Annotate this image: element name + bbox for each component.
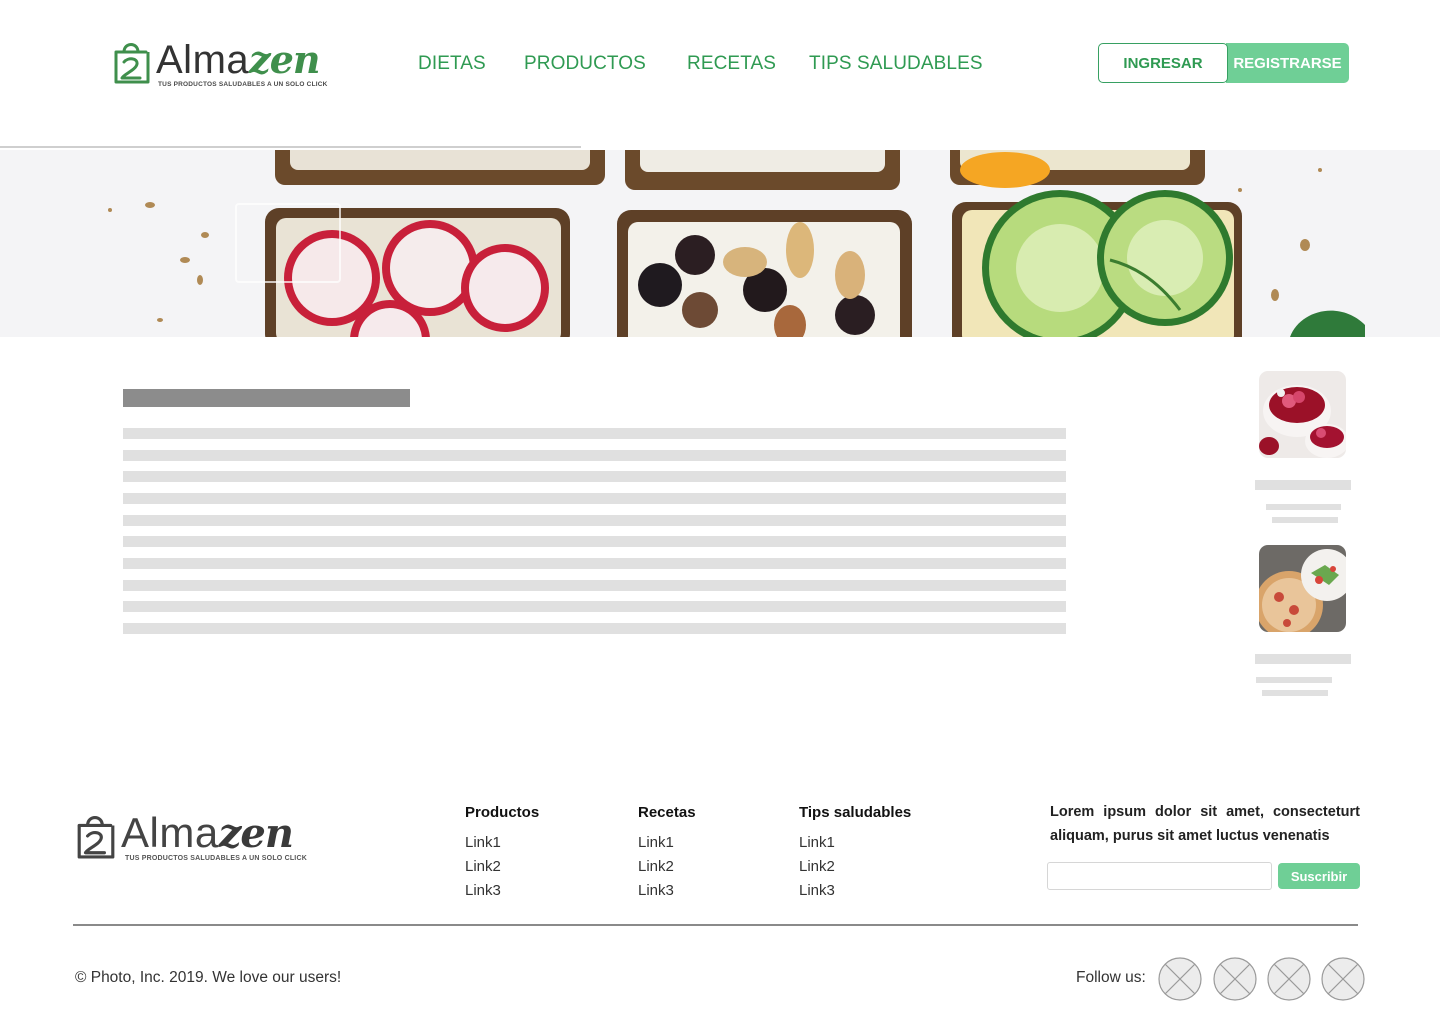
login-button[interactable]: INGRESAR bbox=[1098, 43, 1228, 83]
footer-link[interactable]: Link1 bbox=[638, 834, 696, 854]
footer-link[interactable]: Link3 bbox=[799, 882, 911, 902]
register-button[interactable]: REGISTRARSE bbox=[1226, 43, 1349, 83]
footer-link[interactable]: Link2 bbox=[638, 858, 696, 878]
footer-link[interactable]: Link1 bbox=[799, 834, 911, 854]
footer-link[interactable]: Link1 bbox=[465, 834, 539, 854]
footer-logo[interactable]: Alma zen TUS PRODUCTOS SALUDABLES A UN SO… bbox=[75, 812, 307, 862]
footer-column-tips: Tips saludables Link1 Link2 Link3 bbox=[799, 804, 911, 902]
social-placeholder-icon[interactable] bbox=[1321, 957, 1365, 1001]
social-placeholder-icon[interactable] bbox=[1267, 957, 1311, 1001]
logo-zen: zen bbox=[218, 810, 294, 857]
footer-column-title: Productos bbox=[465, 804, 540, 821]
logo-alma: Alma bbox=[156, 38, 250, 82]
nav-recetas[interactable]: RECETAS bbox=[687, 53, 776, 75]
newsletter-email-input[interactable] bbox=[1047, 862, 1272, 890]
text-line-placeholder bbox=[123, 623, 1066, 634]
subscribe-button[interactable]: Suscribir bbox=[1278, 863, 1360, 889]
sidebar-thumbnail-dessert[interactable] bbox=[1259, 371, 1346, 458]
text-line-placeholder bbox=[123, 515, 1066, 526]
nav-tips-saludables[interactable]: TIPS SALUDABLES bbox=[809, 53, 983, 75]
logo-tagline: TUS PRODUCTOS SALUDABLES A UN SOLO CLICK bbox=[125, 855, 307, 862]
text-line-placeholder bbox=[123, 536, 1066, 547]
sidebar-title-placeholder bbox=[1255, 654, 1351, 664]
text-line-placeholder bbox=[123, 471, 1066, 482]
pizza-salad-icon bbox=[1259, 545, 1346, 632]
footer-column-productos: Productos Link1 Link2 Link3 bbox=[465, 804, 539, 902]
footer-divider bbox=[73, 924, 1358, 926]
footer-link[interactable]: Link2 bbox=[799, 858, 911, 878]
footer-column-recetas: Recetas Link1 Link2 Link3 bbox=[638, 804, 696, 902]
sidebar-title-placeholder bbox=[1255, 480, 1351, 490]
follow-us-label: Follow us: bbox=[1076, 969, 1146, 986]
sidebar-text-placeholder bbox=[1272, 517, 1338, 523]
text-line-placeholder bbox=[123, 601, 1066, 612]
raspberry-dessert-icon bbox=[1259, 371, 1346, 458]
social-placeholder-icon[interactable] bbox=[1158, 957, 1202, 1001]
sidebar-text-placeholder bbox=[1266, 504, 1341, 510]
nav-dietas[interactable]: DIETAS bbox=[418, 53, 486, 75]
header-divider bbox=[0, 146, 581, 148]
hero-food-image bbox=[0, 150, 1440, 337]
sidebar-thumbnail-pizza[interactable] bbox=[1259, 545, 1346, 632]
shopping-bag-icon bbox=[77, 816, 115, 859]
text-line-placeholder bbox=[123, 450, 1066, 461]
site-logo[interactable]: Alma zen TUS PRODUCTOS SALUDABLES A UN SO… bbox=[112, 40, 328, 88]
sidebar-text-placeholder bbox=[1256, 677, 1332, 683]
copyright-text: © Photo, Inc. 2019. We love our users! bbox=[75, 969, 342, 986]
text-line-placeholder bbox=[123, 558, 1066, 569]
footer-column-title: Recetas bbox=[638, 804, 696, 821]
logo-zen: zen bbox=[249, 37, 320, 82]
social-placeholder-icon[interactable] bbox=[1213, 957, 1257, 1001]
footer-link[interactable]: Link3 bbox=[465, 882, 539, 902]
logo-tagline: TUS PRODUCTOS SALUDABLES A UN SOLO CLICK bbox=[158, 81, 328, 88]
shopping-bag-icon bbox=[114, 43, 150, 84]
text-line-placeholder bbox=[123, 428, 1066, 439]
sidebar-text-placeholder bbox=[1262, 690, 1328, 696]
text-line-placeholder bbox=[123, 580, 1066, 591]
text-line-placeholder bbox=[123, 493, 1066, 504]
footer-column-title: Tips saludables bbox=[799, 804, 912, 821]
footer-logo-wordmark: Alma zen TUS PRODUCTOS SALUDABLES A UN SO… bbox=[121, 809, 307, 863]
footer-link[interactable]: Link3 bbox=[638, 882, 696, 902]
logo-alma: Alma bbox=[121, 809, 219, 856]
hero-banner bbox=[0, 150, 1440, 337]
newsletter-description: Lorem ipsum dolor sit amet, consecteturt… bbox=[1050, 804, 1360, 844]
article-title-placeholder bbox=[123, 389, 410, 407]
nav-productos[interactable]: PRODUCTOS bbox=[524, 53, 646, 75]
site-header: Alma zen TUS PRODUCTOS SALUDABLES A UN SO… bbox=[0, 0, 1440, 150]
logo-wordmark: Alma zen TUS PRODUCTOS SALUDABLES A UN SO… bbox=[156, 40, 328, 88]
footer-link[interactable]: Link2 bbox=[465, 858, 539, 878]
